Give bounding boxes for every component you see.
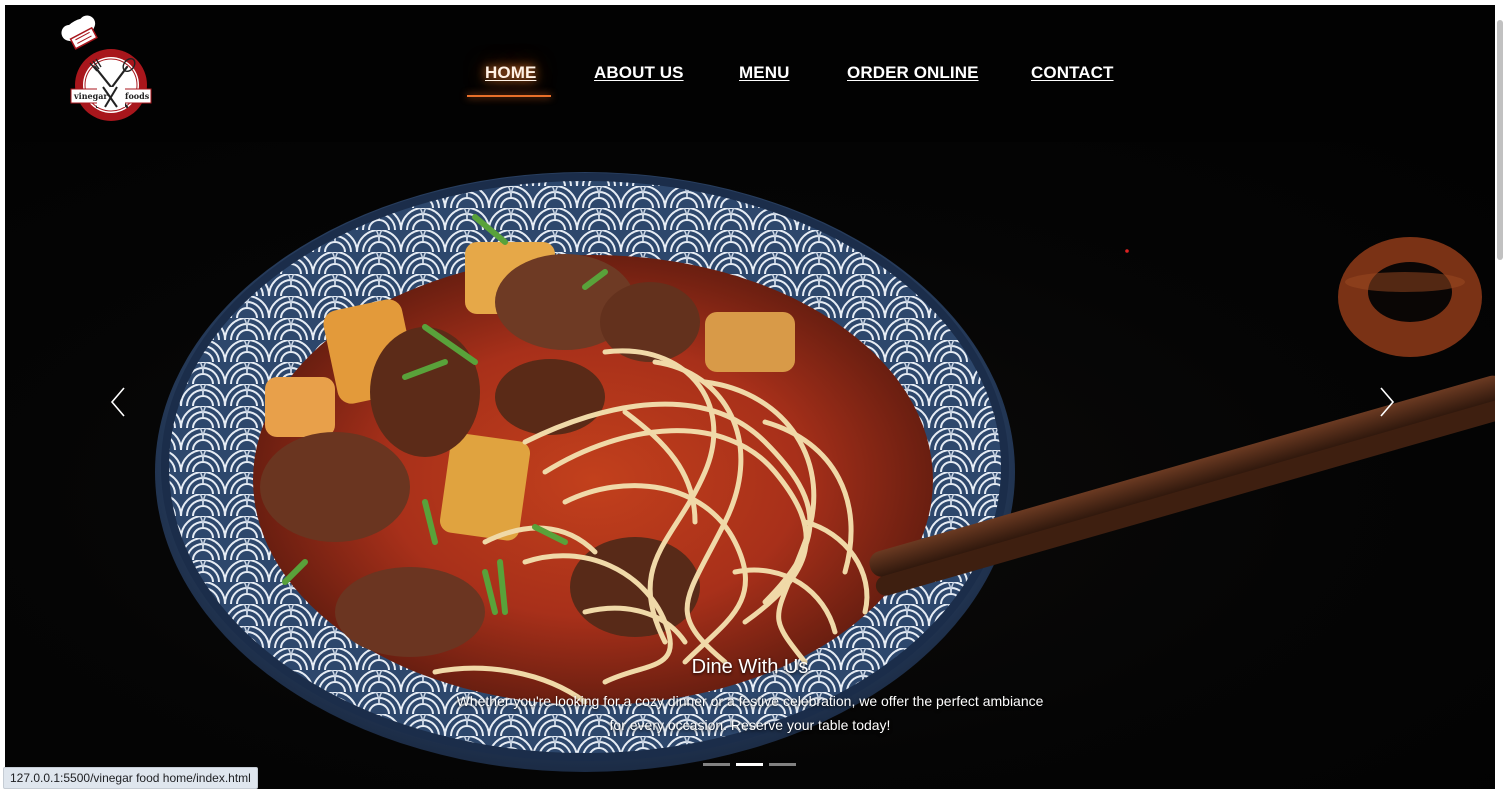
carousel-prev-button[interactable]: [106, 382, 136, 422]
nav-about-us[interactable]: ABOUT US: [594, 63, 684, 83]
page: vinegar foods HOME ABOUT US MENU ORDER O…: [5, 5, 1495, 789]
main-nav: HOME ABOUT US MENU ORDER ONLINE CONTACT: [5, 63, 1495, 99]
chevron-right-icon: [1380, 387, 1395, 417]
page-scrollbar[interactable]: [1495, 5, 1505, 789]
carousel-caption-title: Dine With Us: [691, 656, 809, 678]
carousel-caption-text: Whether you're looking for a cozy dinner…: [456, 693, 1044, 733]
hero-carousel: Dine With Us Whether you're looking for …: [5, 142, 1495, 789]
nav-order-online[interactable]: ORDER ONLINE: [847, 63, 979, 83]
nav-contact[interactable]: CONTACT: [1031, 63, 1114, 83]
nav-home[interactable]: HOME: [485, 63, 536, 83]
scrollbar-thumb[interactable]: [1497, 20, 1503, 260]
carousel-indicator-2[interactable]: [736, 763, 763, 766]
active-nav-indicator: [467, 95, 551, 97]
site-header: vinegar foods HOME ABOUT US MENU ORDER O…: [5, 5, 1495, 142]
carousel-next-button[interactable]: [1369, 382, 1399, 422]
status-url-bar: 127.0.0.1:5500/vinegar food home/index.h…: [3, 767, 258, 789]
nav-menu[interactable]: MENU: [739, 63, 789, 83]
chevron-left-icon: [110, 387, 125, 417]
carousel-indicator-1[interactable]: [703, 763, 730, 766]
carousel-indicator-3[interactable]: [769, 763, 796, 766]
